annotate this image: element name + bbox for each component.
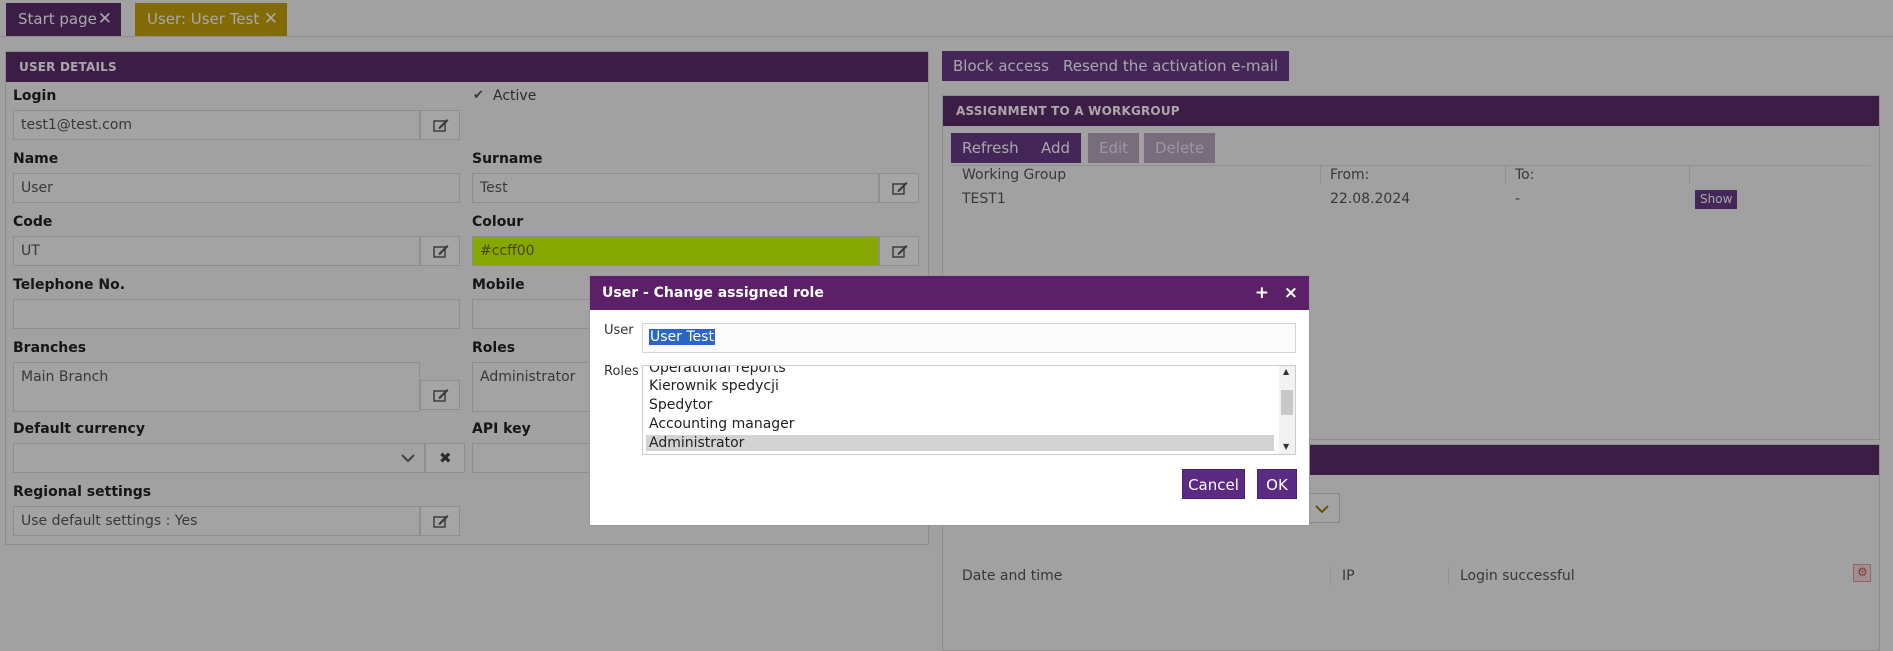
dialog-title: User - Change assigned role (602, 285, 824, 301)
list-item[interactable]: Accounting manager (649, 416, 795, 432)
list-item[interactable]: Kierownik spedycji (649, 378, 779, 394)
list-item[interactable]: Operational reports (649, 366, 786, 376)
ok-button[interactable]: OK (1257, 469, 1297, 499)
list-item[interactable]: Spedytor (649, 397, 712, 413)
user-value: User Test (649, 329, 715, 345)
scrollbar-thumb[interactable] (1281, 390, 1293, 415)
cancel-button[interactable]: Cancel (1182, 469, 1245, 499)
roles-label: Roles (604, 364, 639, 379)
change-role-dialog: User - Change assigned role + × User Use… (589, 275, 1310, 526)
scroll-down-icon[interactable]: ▼ (1283, 442, 1289, 451)
dialog-header: User - Change assigned role + × (590, 276, 1309, 310)
scrollbar[interactable]: ▲ ▼ (1279, 366, 1295, 454)
list-item-selected[interactable]: Administrator (646, 435, 1274, 451)
maximize-icon[interactable]: + (1255, 276, 1269, 310)
user-label: User (604, 323, 634, 338)
scroll-up-icon[interactable]: ▲ (1283, 367, 1289, 376)
user-input[interactable]: User Test (642, 323, 1296, 353)
roles-listbox[interactable]: Operational reports Kierownik spedycji S… (642, 365, 1296, 455)
close-icon[interactable]: × (1284, 276, 1298, 310)
